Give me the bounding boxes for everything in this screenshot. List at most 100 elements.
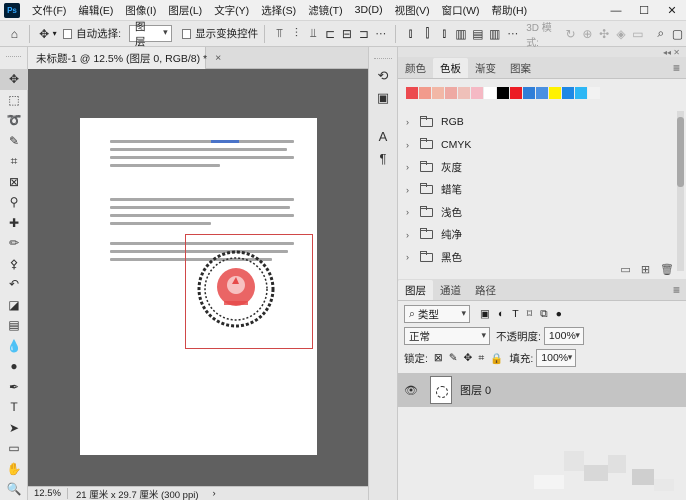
swatch[interactable]	[549, 87, 561, 99]
chevron-right-icon[interactable]: ›	[406, 117, 416, 127]
layer-filter-dropdown[interactable]: ⌕ 类型	[404, 305, 470, 323]
swatch-group[interactable]: › 浅色	[398, 201, 676, 224]
tab-gradients[interactable]: 渐变	[468, 58, 503, 78]
workspace-icon[interactable]: ▢	[669, 25, 686, 43]
align-left-icon[interactable]: ⊏	[322, 25, 339, 43]
align-bottom-icon[interactable]: ⫫	[305, 25, 322, 43]
menu-select[interactable]: 选择(S)	[255, 3, 302, 18]
swatches-scrollbar[interactable]	[677, 111, 684, 271]
align-top-icon[interactable]: ⫪	[271, 25, 288, 43]
canvas-area[interactable]	[28, 69, 368, 486]
lock-transparent-icon[interactable]: ⊠	[434, 352, 443, 364]
menu-filter[interactable]: 滤镜(T)	[302, 3, 348, 18]
type-tool-icon[interactable]: T	[0, 397, 28, 418]
swatch[interactable]	[588, 87, 600, 99]
move-tool-icon[interactable]: ✥	[0, 69, 28, 90]
menu-file[interactable]: 文件(F)	[26, 3, 72, 18]
distribute-top-icon[interactable]: ⫾	[402, 25, 419, 43]
pen-tool-icon[interactable]: ✒	[0, 377, 28, 398]
align-hcenter-icon[interactable]: ⊟	[339, 25, 356, 43]
hand-tool-icon[interactable]: ✋	[0, 459, 28, 480]
dock-grip[interactable]	[374, 47, 392, 59]
swatch-group[interactable]: › 灰度	[398, 156, 676, 179]
dodge-tool-icon[interactable]: ●	[0, 356, 28, 377]
seal-stamp-image[interactable]	[186, 235, 314, 350]
filter-toggle-icon[interactable]: ●	[556, 308, 562, 320]
filter-type-icon[interactable]: T	[512, 308, 518, 320]
status-menu-arrow[interactable]: ›	[213, 488, 216, 499]
quick-select-tool-icon[interactable]: ✎	[0, 131, 28, 152]
tab-patterns[interactable]: 图案	[503, 58, 538, 78]
tab-layers[interactable]: 图层	[398, 280, 433, 300]
distribute-vcenter-icon[interactable]: ⫿	[419, 25, 436, 43]
distribute-right-icon[interactable]: ▥	[486, 25, 503, 43]
toolbar-grip[interactable]	[6, 47, 21, 57]
swatch[interactable]	[510, 87, 522, 99]
healing-brush-tool-icon[interactable]: ✚	[0, 213, 28, 234]
tab-paths[interactable]: 路径	[468, 280, 503, 300]
lasso-tool-icon[interactable]: ➰	[0, 110, 28, 131]
brush-tool-icon[interactable]: ✏	[0, 233, 28, 254]
show-transform-checkbox[interactable]	[181, 28, 192, 39]
scrollbar-thumb[interactable]	[677, 117, 684, 187]
chevron-right-icon[interactable]: ›	[406, 162, 416, 172]
maximize-button[interactable]: ☐	[630, 0, 658, 21]
menu-view[interactable]: 视图(V)	[389, 3, 436, 18]
search-icon[interactable]: ⌕	[652, 25, 669, 43]
lock-all-icon[interactable]: 🔒	[490, 352, 503, 365]
distribute-bottom-icon[interactable]: ⫾	[436, 25, 453, 43]
menu-3d[interactable]: 3D(D)	[349, 4, 389, 16]
layer-row[interactable]: 👁 图层 0	[398, 373, 686, 407]
chevron-down-icon[interactable]: ▾	[53, 29, 57, 38]
more-icon[interactable]: ⋯	[507, 27, 518, 40]
history-icon[interactable]: ⟲	[369, 65, 397, 87]
gradient-tool-icon[interactable]: ▤	[0, 315, 28, 336]
menu-image[interactable]: 图像(I)	[119, 3, 162, 18]
minimize-button[interactable]: —	[602, 0, 630, 21]
transform-bounding-box[interactable]	[185, 234, 313, 349]
swatch[interactable]	[536, 87, 548, 99]
fill-input[interactable]: 100%	[536, 349, 577, 367]
tab-swatches[interactable]: 色板	[433, 58, 468, 78]
swatch[interactable]	[419, 87, 431, 99]
menu-help[interactable]: 帮助(H)	[486, 3, 534, 18]
history-brush-tool-icon[interactable]: ↶	[0, 274, 28, 295]
swatch-group[interactable]: › CMYK	[398, 134, 676, 157]
swatch-group[interactable]: › 蜡笔	[398, 179, 676, 202]
swatch[interactable]	[445, 87, 457, 99]
zoom-level[interactable]: 12.5%	[28, 488, 68, 499]
swatch[interactable]	[406, 87, 418, 99]
menu-window[interactable]: 窗口(W)	[436, 3, 486, 18]
swatch-group[interactable]: › 纯净	[398, 224, 676, 247]
swatch[interactable]	[562, 87, 574, 99]
swatch[interactable]	[432, 87, 444, 99]
filter-shape-icon[interactable]: ⌑	[527, 308, 532, 320]
lock-artboard-icon[interactable]: ⌗	[478, 352, 484, 365]
character-icon[interactable]: A	[369, 125, 397, 147]
tab-channels[interactable]: 通道	[433, 280, 468, 300]
eyedropper-tool-icon[interactable]: ⚲	[0, 192, 28, 213]
auto-select-dropdown[interactable]: 图层	[129, 21, 172, 48]
trash-icon[interactable]: 🗑	[660, 263, 674, 276]
chevron-right-icon[interactable]: ›	[406, 230, 416, 240]
move-tool-preset-icon[interactable]: ✥	[36, 25, 53, 43]
blend-mode-dropdown[interactable]: 正常	[404, 327, 490, 345]
panel-collapse-bar[interactable]: ◂◂ ✕	[398, 47, 686, 57]
lock-image-icon[interactable]: ✎	[449, 352, 458, 364]
swatch[interactable]	[575, 87, 587, 99]
chevron-right-icon[interactable]: ›	[406, 185, 416, 195]
swatch[interactable]	[471, 87, 483, 99]
panel-menu-icon[interactable]: ≡	[673, 283, 680, 297]
home-icon[interactable]: ⌂	[6, 25, 23, 43]
panel-menu-icon[interactable]: ≡	[673, 61, 680, 75]
filter-smart-icon[interactable]: ⧉	[540, 308, 548, 321]
layer-name[interactable]: 图层 0	[460, 382, 491, 398]
eraser-tool-icon[interactable]: ◪	[0, 295, 28, 316]
distribute-left-icon[interactable]: ▥	[453, 25, 470, 43]
rectangle-tool-icon[interactable]: ▭	[0, 438, 28, 459]
align-vcenter-icon[interactable]: ⫶	[288, 25, 305, 43]
lock-position-icon[interactable]: ✥	[464, 352, 473, 364]
paragraph-icon[interactable]: ¶	[369, 147, 397, 169]
document-tab[interactable]: 未标题-1 @ 12.5% (图层 0, RGB/8) * ×	[28, 47, 221, 69]
filter-pixel-icon[interactable]: ▣	[480, 308, 490, 320]
